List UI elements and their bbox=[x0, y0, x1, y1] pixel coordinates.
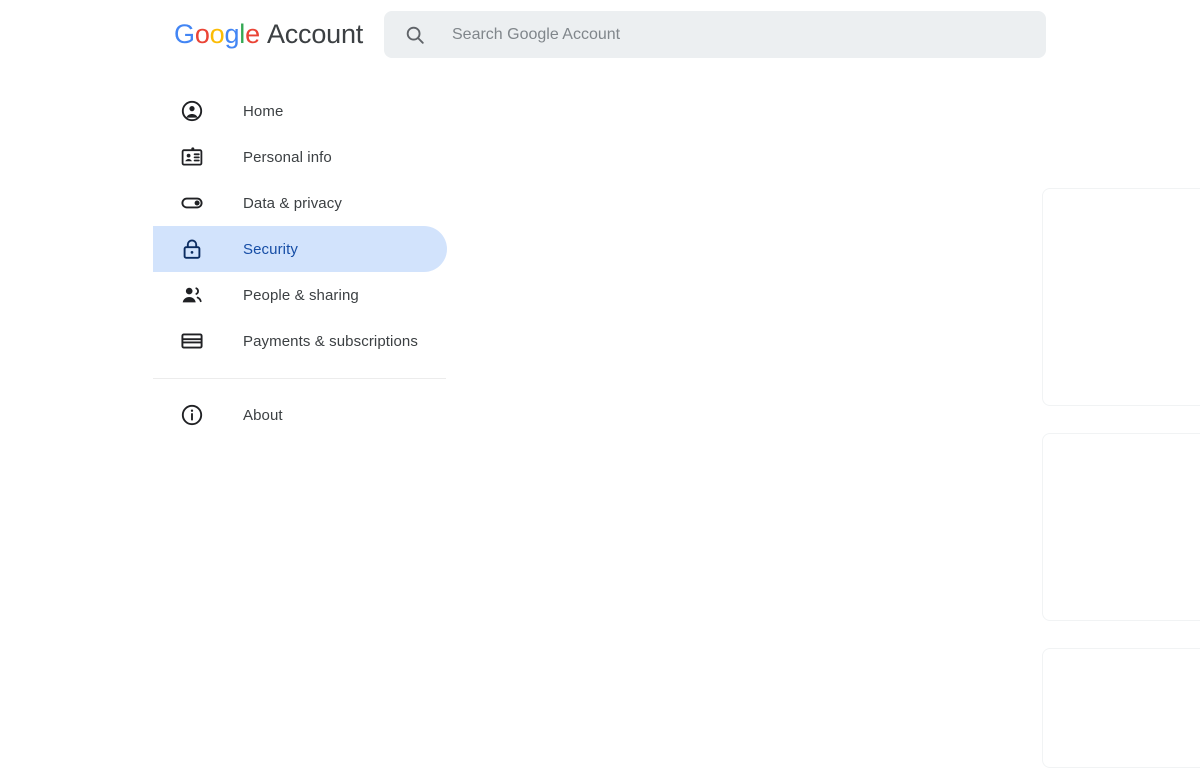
info-circle-icon bbox=[181, 404, 203, 426]
search-icon bbox=[406, 26, 424, 44]
google-account-logo: Google Account bbox=[174, 18, 363, 51]
sidebar-item-label-home: Home bbox=[243, 102, 284, 120]
content-card bbox=[1042, 188, 1200, 406]
sidebar-item-label-personal-info: Personal info bbox=[243, 148, 332, 166]
sidebar-item-label-payments-subscriptions: Payments & subscriptions bbox=[243, 332, 418, 350]
logo-letter-g-blue: G bbox=[174, 19, 195, 49]
search-bar[interactable] bbox=[384, 11, 1046, 58]
logo-letter-o-yellow: o bbox=[209, 19, 225, 49]
sidebar-item-label-about: About bbox=[243, 406, 283, 424]
sidebar-item-about[interactable]: About bbox=[153, 392, 447, 438]
product-name-account: Account bbox=[266, 19, 364, 49]
sidebar-item-home[interactable]: Home bbox=[153, 88, 447, 134]
account-circle-icon bbox=[181, 100, 203, 122]
logo-letter-g-blue-2: g bbox=[224, 19, 240, 49]
sidebar-item-payments-subscriptions[interactable]: Payments & subscriptions bbox=[153, 318, 447, 364]
credit-card-icon bbox=[181, 333, 203, 349]
toggle-on-icon bbox=[181, 197, 203, 209]
content-card bbox=[1042, 433, 1200, 621]
logo-letter-e-red: e bbox=[245, 19, 260, 49]
sidebar-item-data-privacy[interactable]: Data & privacy bbox=[153, 180, 447, 226]
logo-letter-o-red: o bbox=[194, 19, 210, 49]
sidebar-navigation: Home Personal info Data & privacy Securi… bbox=[153, 88, 447, 438]
sidebar-item-people-sharing[interactable]: People & sharing bbox=[153, 272, 447, 318]
content-card bbox=[1042, 648, 1200, 768]
id-card-icon bbox=[181, 147, 203, 166]
sidebar-item-security[interactable]: Security bbox=[153, 226, 447, 272]
sidebar-item-personal-info[interactable]: Personal info bbox=[153, 134, 447, 180]
sidebar-item-label-people-sharing: People & sharing bbox=[243, 286, 359, 304]
lock-icon bbox=[183, 239, 201, 259]
people-icon bbox=[182, 287, 202, 303]
search-input[interactable] bbox=[452, 20, 1012, 49]
sidebar-item-label-security: Security bbox=[243, 240, 298, 258]
sidebar-divider bbox=[153, 378, 446, 379]
page-header: Google Account bbox=[0, 0, 1200, 70]
sidebar-item-label-data-privacy: Data & privacy bbox=[243, 194, 342, 212]
